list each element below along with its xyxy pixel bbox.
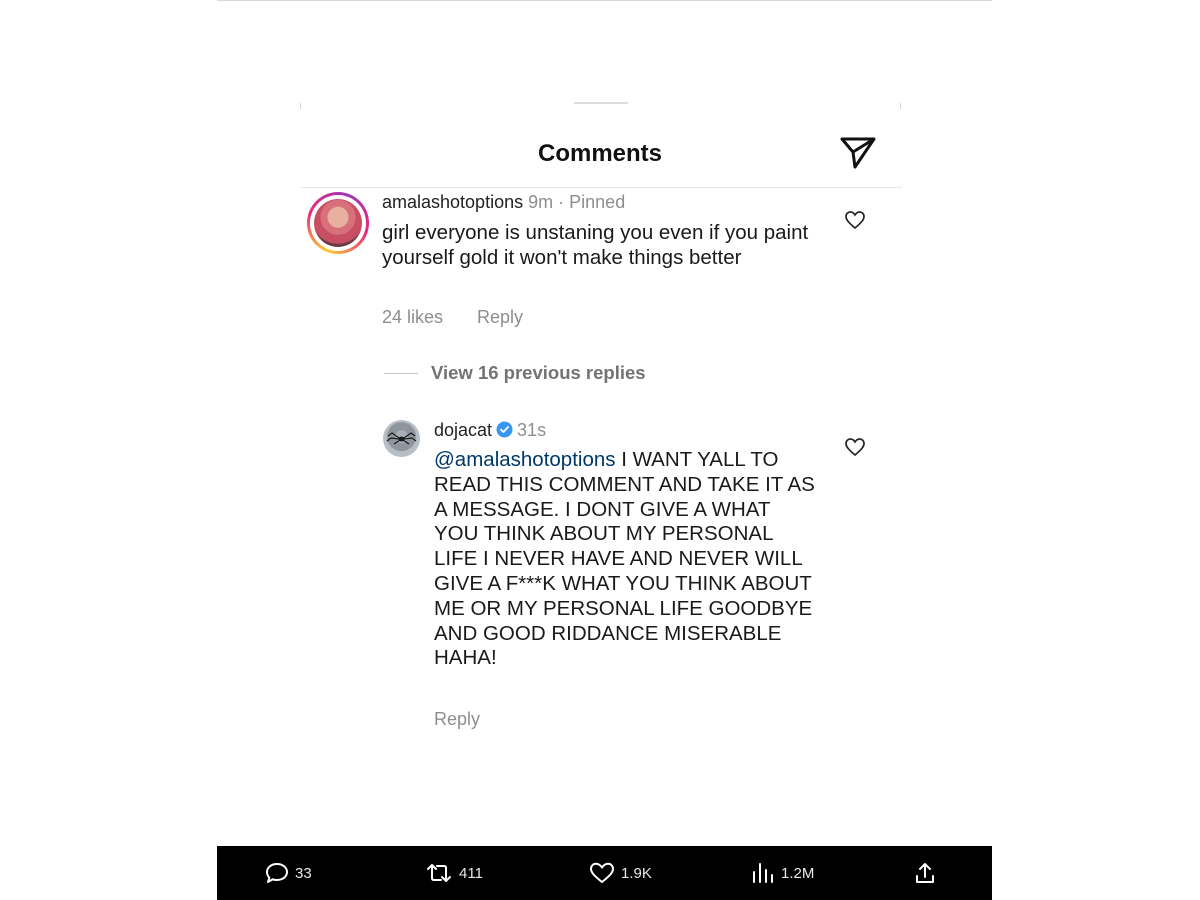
repost-count: 411 [459, 864, 483, 882]
reply-action[interactable]: 33 [265, 862, 312, 884]
comment-time: 31s [517, 420, 547, 440]
frame-top-border [217, 0, 992, 1]
mention-link[interactable]: @amalashotoptions [434, 448, 616, 471]
repost-icon [427, 864, 451, 882]
heart-icon[interactable] [844, 210, 866, 230]
username[interactable]: dojacat [434, 420, 492, 440]
heart-icon[interactable] [844, 437, 866, 457]
username[interactable]: amalashotoptions [382, 192, 523, 212]
avatar-ring-gap [310, 195, 366, 251]
reply-count: 33 [295, 864, 312, 882]
speech-bubble-icon [266, 863, 288, 883]
comment-header: dojacat 31s [434, 420, 546, 441]
reply-button[interactable]: Reply [434, 709, 480, 730]
like-count: 1.9K [621, 864, 652, 882]
heart-icon [589, 862, 615, 884]
sheet-edge [300, 103, 301, 109]
sheet-drag-handle[interactable] [574, 102, 628, 104]
sheet-title: Comments [537, 140, 663, 167]
comment-text: @amalashotoptions I WANT YALL TO READ TH… [434, 448, 819, 671]
repost-action[interactable]: 411 [425, 862, 483, 884]
views-action[interactable]: 1.2M [751, 862, 814, 884]
avatar-image [314, 199, 362, 247]
view-count: 1.2M [781, 864, 815, 882]
sheet-edge [900, 103, 901, 109]
bar-chart-icon [753, 863, 773, 883]
spider-icon [386, 432, 417, 445]
share-action[interactable] [913, 862, 937, 884]
reply-button[interactable]: Reply [477, 307, 523, 328]
avatar[interactable] [307, 192, 369, 254]
pinned-label: Pinned [569, 192, 626, 212]
send-icon[interactable] [839, 136, 877, 170]
avatar[interactable] [383, 420, 420, 457]
replies-divider-line [384, 373, 418, 374]
header-divider [300, 187, 902, 188]
like-action[interactable]: 1.9K [589, 862, 652, 884]
comment-time: 9m [528, 192, 554, 212]
comment-header: amalashotoptions 9m · Pinned [382, 192, 625, 213]
tweet-action-bar: 33 411 1.9K 1.2M [217, 846, 992, 900]
view-previous-replies-button[interactable]: View 16 previous replies [431, 362, 646, 384]
verified-badge-icon [496, 421, 513, 438]
comment-text: girl everyone is unstaning you even if y… [382, 221, 809, 269]
comment-body: I WANT YALL TO READ THIS COMMENT AND TAK… [434, 448, 815, 670]
like-count[interactable]: 24 likes [382, 307, 443, 328]
share-icon [916, 863, 934, 883]
pinned-separator: · [558, 192, 565, 212]
